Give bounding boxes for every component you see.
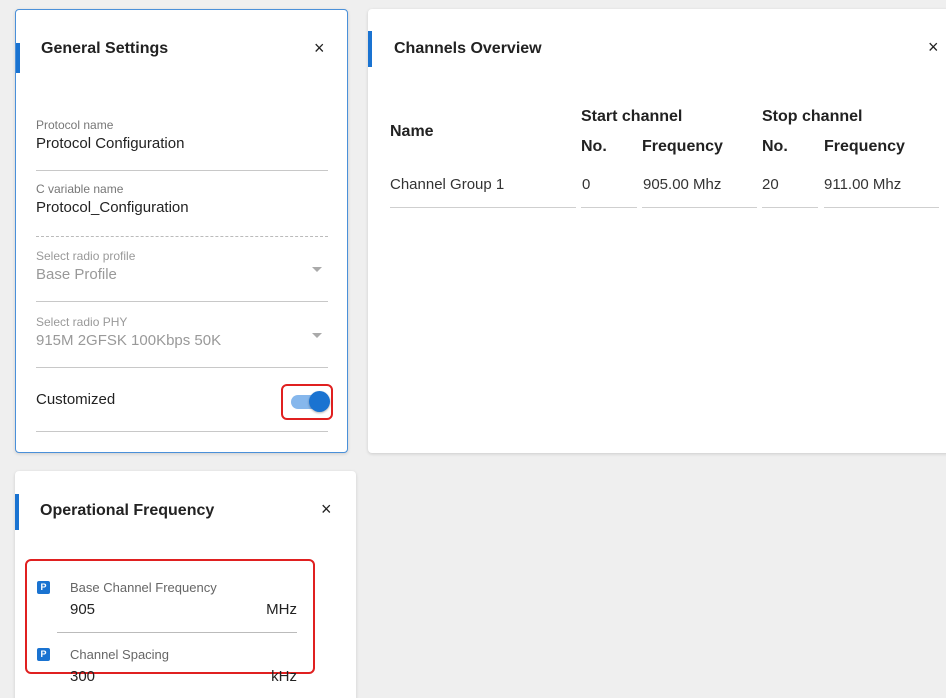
column-header-stop-no: No. xyxy=(762,138,788,155)
cell-stop-frequency: 911.00 Mhz xyxy=(824,176,902,193)
card-title: Operational Frequency xyxy=(40,502,215,519)
channels-overview-card: Channels Overview × Name Start channel S… xyxy=(368,9,946,453)
close-icon[interactable]: × xyxy=(314,39,325,57)
chevron-down-icon xyxy=(312,267,322,272)
field-value: 905 xyxy=(70,601,96,618)
radio-phy-select[interactable]: Select radio PHY 915M 2GFSK 100Kbps 50K xyxy=(36,315,328,368)
field-value: 915M 2GFSK 100Kbps 50K xyxy=(36,332,222,349)
field-value: Protocol_Configuration xyxy=(36,199,189,216)
close-icon[interactable]: × xyxy=(928,38,939,56)
cell-divider xyxy=(581,207,637,208)
column-group-start: Start channel xyxy=(581,108,683,125)
field-label: C variable name xyxy=(36,182,124,196)
field-underline xyxy=(36,431,328,432)
field-underline xyxy=(36,301,328,302)
toggle-knob[interactable] xyxy=(309,391,330,412)
column-header-stop-frequency: Frequency xyxy=(824,138,905,155)
column-header-start-no: No. xyxy=(581,138,607,155)
cell-divider xyxy=(824,207,939,208)
title-accent-bar xyxy=(15,494,19,530)
field-underline xyxy=(57,632,297,633)
protocol-name-field[interactable]: Protocol name Protocol Configuration xyxy=(36,118,328,171)
field-underline xyxy=(36,170,328,171)
parameter-badge-icon: P xyxy=(37,581,50,594)
field-label: Protocol name xyxy=(36,118,114,132)
cell-start-no: 0 xyxy=(582,176,591,193)
field-unit: MHz xyxy=(266,601,297,618)
field-value: 300 xyxy=(70,668,96,685)
cell-start-frequency: 905.00 Mhz xyxy=(643,176,722,193)
c-variable-name-field[interactable]: C variable name Protocol_Configuration xyxy=(36,182,328,237)
general-settings-card: General Settings × Protocol name Protoco… xyxy=(15,9,348,453)
field-value: Protocol Configuration xyxy=(36,135,185,152)
column-group-stop: Stop channel xyxy=(762,108,863,125)
cell-divider xyxy=(762,207,818,208)
chevron-down-icon xyxy=(312,333,322,338)
field-label: Channel Spacing xyxy=(70,647,170,662)
column-header-name: Name xyxy=(390,123,434,140)
parameter-badge-icon: P xyxy=(37,648,50,661)
field-label: Select radio PHY xyxy=(36,315,128,329)
field-label: Select radio profile xyxy=(36,249,136,263)
field-underline xyxy=(36,236,328,237)
card-title: Channels Overview xyxy=(394,40,542,57)
field-underline xyxy=(36,367,328,368)
cell-divider xyxy=(390,207,576,208)
field-value: Base Profile xyxy=(36,266,117,283)
field-unit: kHz xyxy=(271,668,297,685)
title-accent-bar xyxy=(16,43,20,73)
cell-stop-no: 20 xyxy=(762,176,779,193)
field-label: Base Channel Frequency xyxy=(70,580,217,595)
operational-frequency-card: Operational Frequency × P Base Channel F… xyxy=(15,471,356,698)
card-title: General Settings xyxy=(41,40,169,57)
highlight-box xyxy=(281,384,333,420)
column-header-start-frequency: Frequency xyxy=(642,138,723,155)
cell-divider xyxy=(642,207,757,208)
close-icon[interactable]: × xyxy=(321,500,332,518)
title-accent-bar xyxy=(368,31,372,67)
radio-profile-select[interactable]: Select radio profile Base Profile xyxy=(36,249,328,302)
cell-name: Channel Group 1 xyxy=(390,176,505,193)
